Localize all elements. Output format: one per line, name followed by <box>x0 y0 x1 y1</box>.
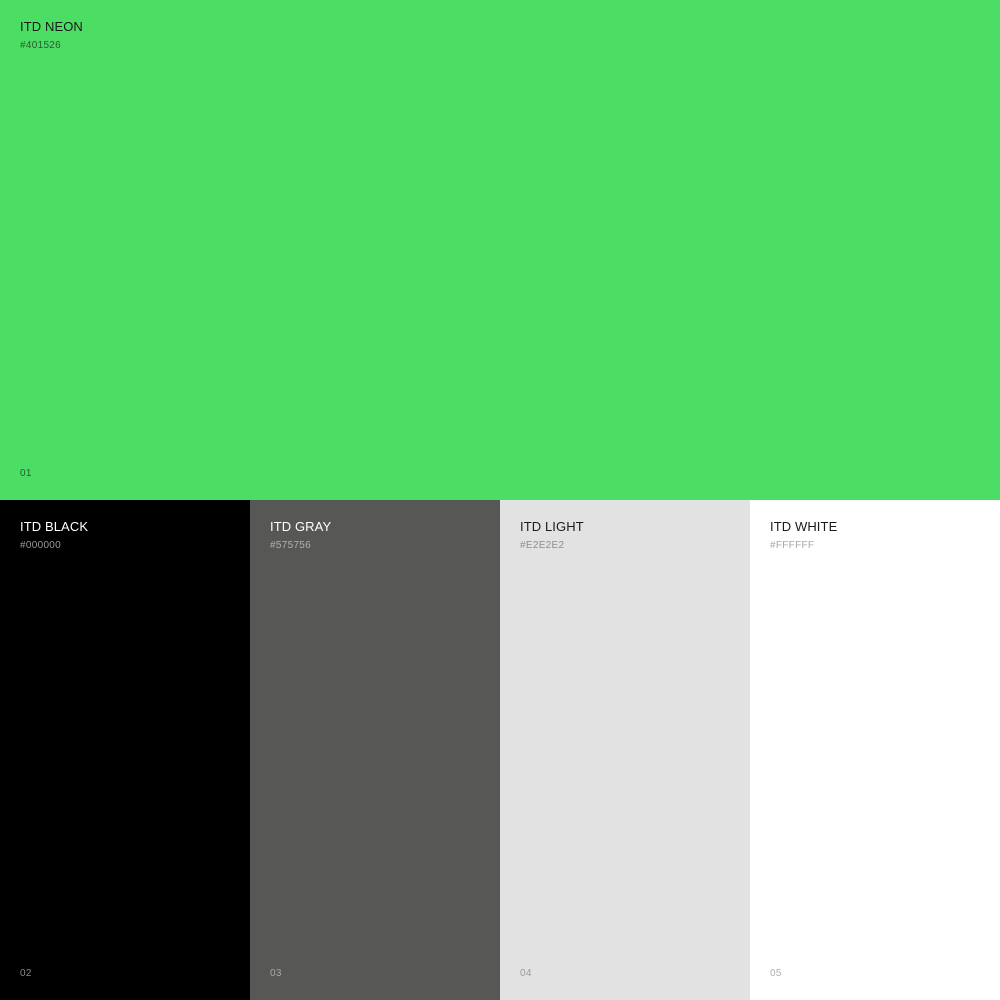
secondary-swatch-row: ITD BLACK #000000 02 ITD GRAY #575756 03… <box>0 500 1000 1000</box>
swatch-itd-light: ITD LIGHT #E2E2E2 04 <box>500 500 750 1000</box>
swatch-hex-code: #401526 <box>20 40 62 51</box>
swatch-name: ITD GRAY <box>270 519 332 534</box>
swatch-index: 05 <box>770 968 782 979</box>
color-palette: ITD NEON #401526 01 ITD BLACK #000000 02… <box>0 0 1000 1000</box>
swatch-index: 04 <box>520 968 532 979</box>
swatch-itd-white: ITD WHITE #FFFFFF 05 <box>750 500 1000 1000</box>
swatch-hex-code: #575756 <box>270 540 312 551</box>
swatch-name: ITD WHITE <box>770 519 838 534</box>
swatch-index: 02 <box>20 968 32 979</box>
swatch-itd-gray: ITD GRAY #575756 03 <box>250 500 500 1000</box>
swatch-itd-black: ITD BLACK #000000 02 <box>0 500 250 1000</box>
swatch-name: ITD NEON <box>20 19 83 34</box>
swatch-index: 03 <box>270 968 282 979</box>
swatch-name: ITD BLACK <box>20 519 89 534</box>
swatch-hex-code: #000000 <box>20 540 62 551</box>
swatch-hex-code: #FFFFFF <box>770 540 815 551</box>
swatch-itd-neon: ITD NEON #401526 01 <box>0 0 1000 500</box>
swatch-name: ITD LIGHT <box>520 519 584 534</box>
swatch-index: 01 <box>20 468 32 479</box>
swatch-hex-code: #E2E2E2 <box>520 540 565 551</box>
